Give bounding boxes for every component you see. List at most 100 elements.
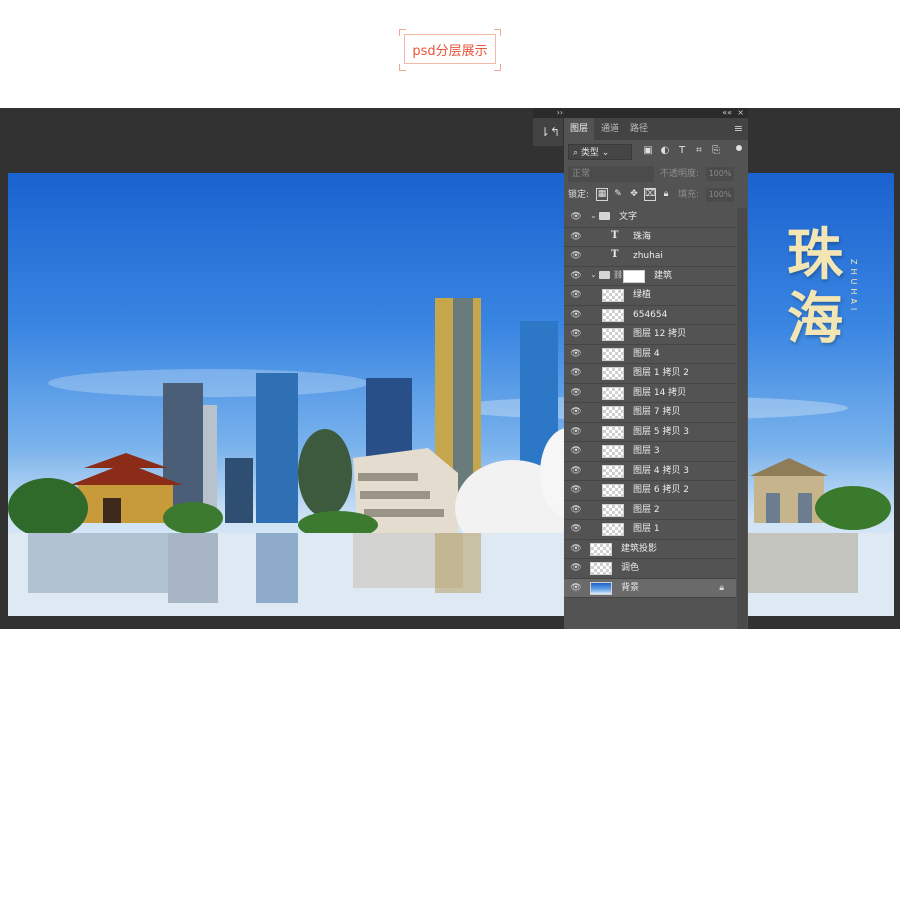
fill-field[interactable]: 100% — [706, 188, 734, 202]
layer-thumbnail[interactable] — [602, 386, 624, 400]
visibility-eye-icon[interactable]: 👁︎ — [570, 427, 582, 437]
visibility-eye-icon[interactable]: 👁︎ — [570, 583, 582, 593]
filter-kind-select[interactable]: ⌕ 类型 ⌄ — [568, 144, 632, 160]
layer-name[interactable]: 图层 7 拷贝 — [633, 403, 680, 422]
lock-transparency-icon[interactable]: ▦ — [596, 188, 608, 201]
layer-row[interactable]: 👁︎ 图层 1 — [564, 520, 736, 540]
layer-row[interactable]: 👁︎ 建筑投影 — [564, 540, 736, 559]
lock-artboard-icon[interactable]: ⌧ — [644, 188, 656, 201]
shape-filter-icon[interactable]: ⌗ — [693, 144, 705, 158]
layer-thumbnail[interactable] — [590, 581, 612, 595]
layer-thumbnail[interactable] — [590, 542, 612, 556]
smart-object-filter-icon[interactable]: ⎘ — [710, 144, 722, 158]
pixel-filter-icon[interactable]: ▣ — [642, 144, 654, 158]
layer-name[interactable]: zhuhai — [633, 247, 663, 266]
layer-name[interactable]: 图层 2 — [633, 501, 660, 520]
layer-row[interactable]: 👁︎ T 珠海 — [564, 228, 736, 247]
layer-name[interactable]: 建筑 — [654, 267, 672, 286]
layer-lock-icon[interactable]: 🔒︎ — [719, 583, 724, 593]
layer-thumbnail[interactable] — [602, 523, 624, 536]
visibility-eye-icon[interactable]: 👁︎ — [570, 212, 582, 222]
visibility-eye-icon[interactable]: 👁︎ — [570, 290, 582, 300]
layer-name[interactable]: 绿植 — [633, 286, 651, 305]
visibility-eye-icon[interactable]: 👁︎ — [570, 329, 582, 339]
tab-channels[interactable]: 通道 — [595, 118, 625, 140]
visibility-eye-icon[interactable]: 👁︎ — [570, 368, 582, 378]
layer-thumbnail[interactable] — [602, 425, 624, 439]
expand-caret-icon[interactable]: ⌄ — [590, 211, 597, 220]
lock-all-icon[interactable]: 🔒︎ — [660, 188, 672, 201]
blend-mode-select[interactable]: 正常 — [568, 166, 654, 182]
layer-thumbnail[interactable] — [602, 406, 624, 419]
layer-thumbnail[interactable] — [602, 464, 624, 478]
layer-thumbnail[interactable] — [602, 347, 624, 361]
layer-thumbnail[interactable] — [602, 308, 624, 322]
history-icon[interactable]: ⇂↰ — [540, 125, 560, 139]
layer-row[interactable]: 👁︎ 图层 12 拷贝 — [564, 325, 736, 345]
layer-name[interactable]: 图层 1 — [633, 520, 660, 539]
layer-thumbnail[interactable] — [602, 367, 624, 380]
panel-menu-icon[interactable]: ≡ — [734, 122, 743, 135]
layer-name[interactable]: 图层 3 — [633, 442, 660, 461]
close-panel-icon[interactable]: × — [737, 108, 744, 118]
adjustment-filter-icon[interactable]: ◐ — [659, 144, 671, 158]
layer-row[interactable]: 👁︎ Tzhuhai — [564, 247, 736, 267]
layer-row[interactable]: 👁︎ ⌄ ⛓ 建筑 — [564, 267, 736, 286]
tab-paths[interactable]: 路径 — [624, 118, 654, 140]
layer-name[interactable]: 图层 14 拷贝 — [633, 384, 686, 403]
visibility-eye-icon[interactable]: 👁︎ — [570, 310, 582, 320]
visibility-eye-icon[interactable]: 👁︎ — [570, 446, 582, 456]
layer-name[interactable]: 建筑投影 — [621, 540, 657, 559]
visibility-eye-icon[interactable]: 👁︎ — [570, 388, 582, 398]
expand-caret-icon[interactable]: ⌄ — [590, 270, 597, 279]
layer-thumbnail[interactable] — [602, 328, 624, 341]
layer-thumbnail[interactable] — [602, 445, 624, 458]
document-canvas[interactable]: 珠海 ZHUHAI — [8, 173, 894, 616]
layer-row[interactable]: 👁︎ 图层 5 拷贝 3 — [564, 423, 736, 442]
layer-name[interactable]: 图层 6 拷贝 2 — [633, 481, 689, 500]
mask-link-icon[interactable]: ⛓ — [613, 270, 623, 279]
visibility-eye-icon[interactable]: 👁︎ — [570, 407, 582, 417]
visibility-eye-icon[interactable]: 👁︎ — [570, 544, 582, 554]
layer-row[interactable]: 👁︎ 图层 6 拷贝 2 — [564, 481, 736, 501]
visibility-eye-icon[interactable]: 👁︎ — [570, 485, 582, 495]
layer-thumbnail[interactable] — [602, 503, 624, 517]
layer-row[interactable]: 👁︎ 图层 2 — [564, 501, 736, 520]
layer-name[interactable]: 调色 — [621, 559, 639, 578]
lock-position-icon[interactable]: ✥ — [628, 188, 640, 201]
opacity-field[interactable]: 100% — [706, 167, 734, 181]
layer-thumbnail[interactable] — [602, 289, 624, 302]
visibility-eye-icon[interactable]: 👁︎ — [570, 466, 582, 476]
visibility-eye-icon[interactable]: 👁︎ — [570, 563, 582, 573]
layer-name[interactable]: 背景 — [621, 579, 639, 598]
strip-expand-handle[interactable]: ›› — [533, 108, 563, 118]
layer-mask-thumbnail[interactable] — [623, 269, 645, 283]
layer-row[interactable]: 👁︎ 图层 3 — [564, 442, 736, 462]
layer-name[interactable]: 图层 12 拷贝 — [633, 325, 686, 344]
layer-row[interactable]: 👁︎ ⌄ 文字 — [564, 208, 736, 228]
panel-titlebar[interactable]: «« × — [564, 108, 748, 118]
collapse-panel-icon[interactable]: «« — [722, 108, 732, 118]
filter-toggle[interactable] — [736, 145, 742, 151]
layer-name[interactable]: 图层 5 拷贝 3 — [633, 423, 689, 442]
layer-name[interactable]: 图层 1 拷贝 2 — [633, 364, 689, 383]
layer-row[interactable]: 👁︎ 图层 4 拷贝 3 — [564, 462, 736, 481]
layer-row[interactable]: 👁︎ 调色 — [564, 559, 736, 579]
layer-row[interactable]: 👁︎ 654654 — [564, 306, 736, 325]
visibility-eye-icon[interactable]: 👁︎ — [570, 349, 582, 359]
layer-thumbnail[interactable] — [590, 562, 612, 575]
visibility-eye-icon[interactable]: 👁︎ — [570, 232, 582, 242]
layer-name[interactable]: 654654 — [633, 306, 667, 325]
layer-row[interactable]: 👁︎ 图层 1 拷贝 2 — [564, 364, 736, 384]
layer-row[interactable]: 👁︎ 图层 4 — [564, 345, 736, 364]
visibility-eye-icon[interactable]: 👁︎ — [570, 505, 582, 515]
tab-layers[interactable]: 图层 — [564, 118, 595, 140]
layer-name[interactable]: 珠海 — [633, 228, 651, 247]
layer-row[interactable]: 👁︎ 图层 14 拷贝 — [564, 384, 736, 403]
layer-name[interactable]: 图层 4 拷贝 3 — [633, 462, 689, 481]
layer-row[interactable]: 👁︎ 背景 🔒︎ — [564, 578, 736, 598]
lock-pixels-icon[interactable]: ✎ — [612, 188, 624, 201]
visibility-eye-icon[interactable]: 👁︎ — [570, 271, 582, 281]
layer-name[interactable]: 文字 — [619, 208, 637, 227]
layer-name[interactable]: 图层 4 — [633, 345, 660, 364]
